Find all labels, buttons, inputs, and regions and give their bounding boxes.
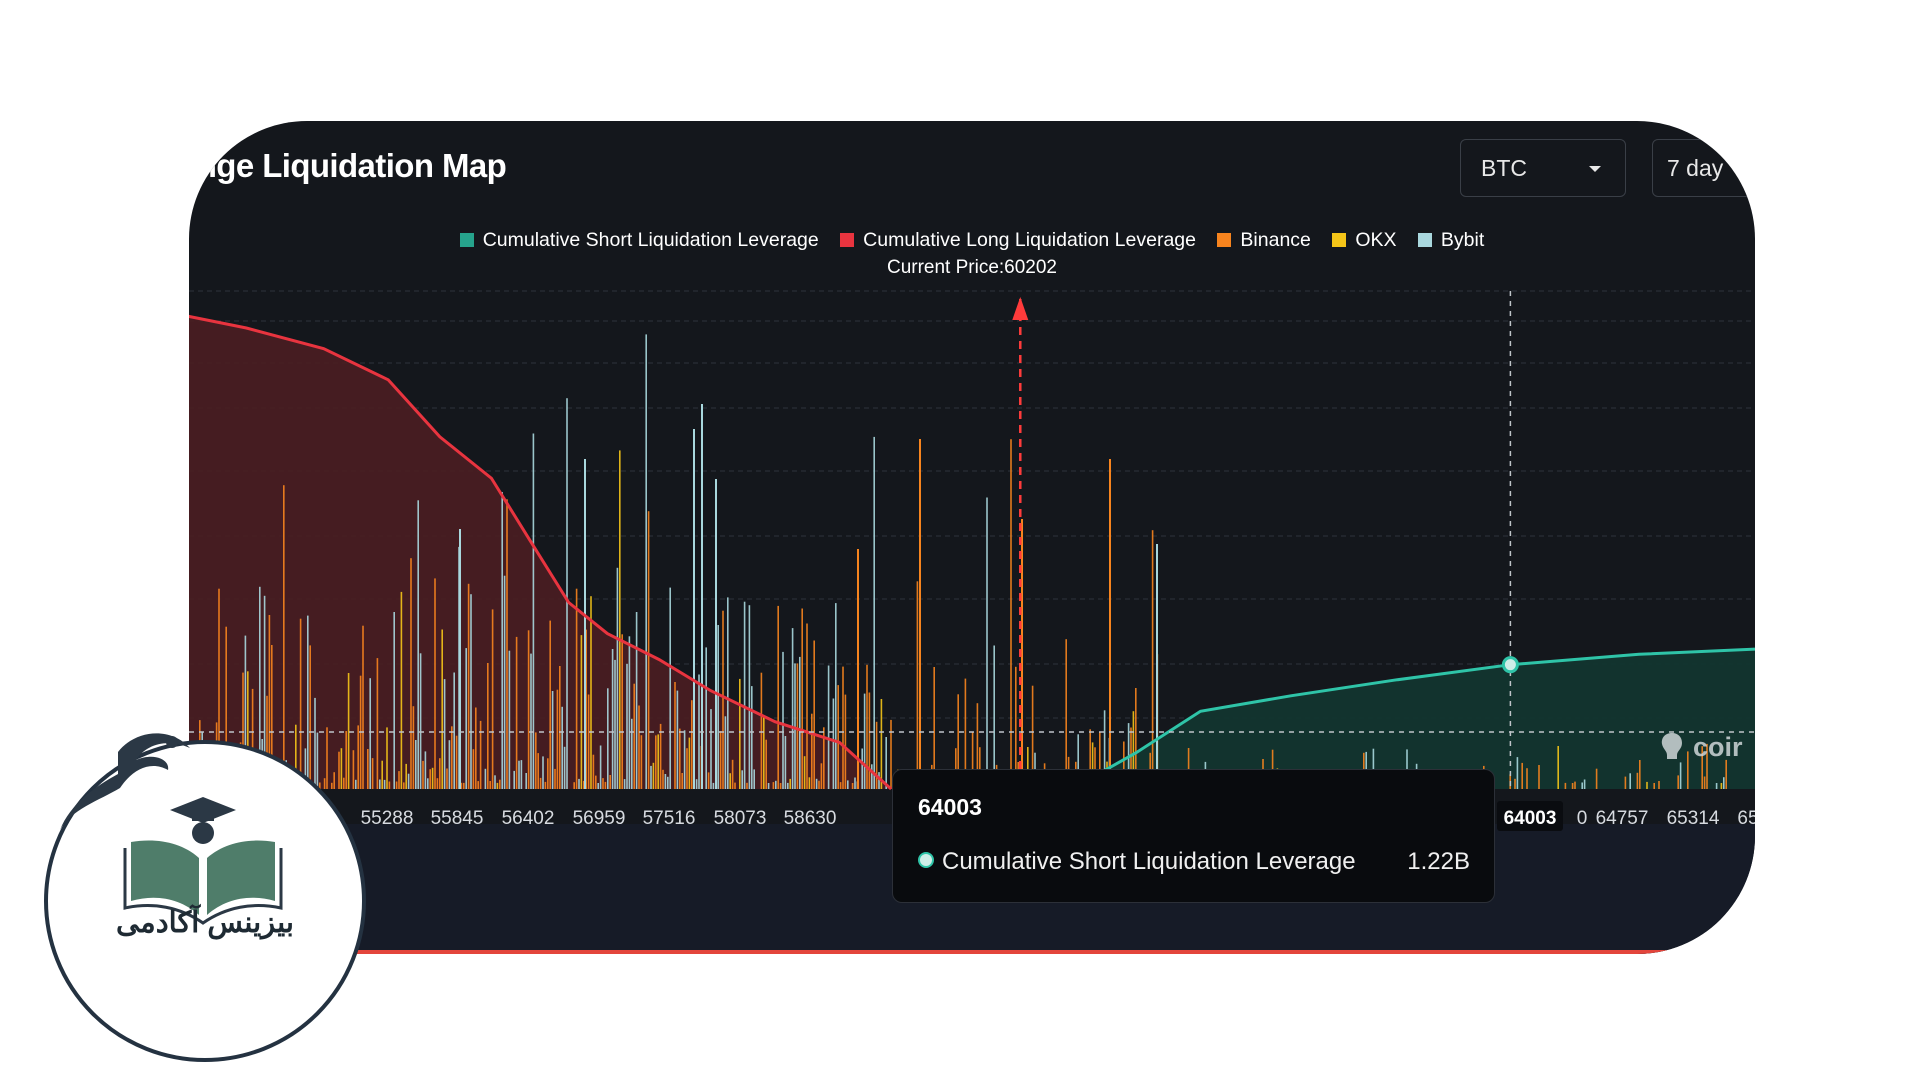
range-select-value: 7 day: [1667, 154, 1724, 181]
x-tick-label: 65314: [1667, 808, 1720, 829]
legend-item-binance[interactable]: Binance: [1217, 229, 1311, 252]
chart-tooltip: 64003 Cumulative Short Liquidation Lever…: [892, 769, 1495, 903]
legend-item-bybit[interactable]: Bybit: [1417, 229, 1485, 252]
legend-item-short[interactable]: Cumulative Short Liquidation Leverage: [459, 229, 819, 252]
tooltip-series-label: Cumulative Short Liquidation Leverage: [942, 848, 1356, 875]
x-tick-label: 0: [1577, 808, 1588, 829]
coinglass-logo-icon: [1661, 733, 1682, 759]
legend-item-long[interactable]: Cumulative Long Liquidation Leverage: [840, 229, 1196, 252]
x-tick-label: 64003: [1504, 808, 1557, 829]
x-tick-label: 56959: [573, 808, 626, 829]
x-tick-label: 64757: [1596, 808, 1649, 829]
legend-swatch: [459, 233, 474, 247]
logo-text: بیزینس آکادمی: [116, 907, 294, 939]
series-dot-icon: [918, 852, 934, 868]
x-tick-label: 57516: [643, 808, 696, 829]
legend-label: Binance: [1240, 229, 1311, 251]
legend-swatch: [1417, 233, 1432, 247]
legend-swatch: [1332, 233, 1347, 247]
tooltip-value: 1.22B: [1407, 848, 1470, 875]
legend-swatch: [840, 233, 855, 247]
legend-swatch: [1217, 233, 1232, 247]
legend-item-okx[interactable]: OKX: [1332, 229, 1397, 252]
liquidation-map-panel: 4731552885584556402569595751658073586306…: [189, 121, 1755, 954]
coin-select[interactable]: BTC: [1460, 139, 1626, 197]
chart-legend: Cumulative Short Liquidation Leverage Cu…: [189, 229, 1755, 252]
legend-label: OKX: [1355, 229, 1397, 251]
current-price-label: Current Price:60202: [189, 257, 1755, 279]
legend-label: Cumulative Short Liquidation Leverage: [482, 229, 819, 251]
current-price-text: Current Price:60202: [886, 257, 1058, 278]
page-title: ange Liquidation Map: [189, 147, 507, 184]
x-tick-label: 58073: [714, 808, 767, 829]
x-tick-label: 58630: [784, 808, 837, 829]
legend-label: Cumulative Long Liquidation Leverage: [863, 229, 1196, 251]
legend-label: Bybit: [1440, 229, 1485, 251]
book-graduate-icon: [123, 797, 283, 925]
x-tick-label: 55845: [431, 808, 484, 829]
x-tick-label: 56402: [502, 808, 555, 829]
watermark: coir: [1659, 731, 1743, 763]
watermark-text: coir: [1693, 732, 1743, 762]
academy-logo: بیزینس آکادمی: [40, 730, 380, 1070]
range-select[interactable]: 7 day: [1652, 139, 1755, 197]
chevron-down-icon: [1589, 166, 1601, 172]
tooltip-series: Cumulative Short Liquidation Leverage: [918, 848, 1356, 876]
range-slider-track[interactable]: [189, 950, 1755, 954]
coin-select-value: BTC: [1481, 154, 1527, 181]
x-tick-label: 65: [1737, 808, 1755, 829]
tooltip-price: 64003: [918, 794, 982, 820]
